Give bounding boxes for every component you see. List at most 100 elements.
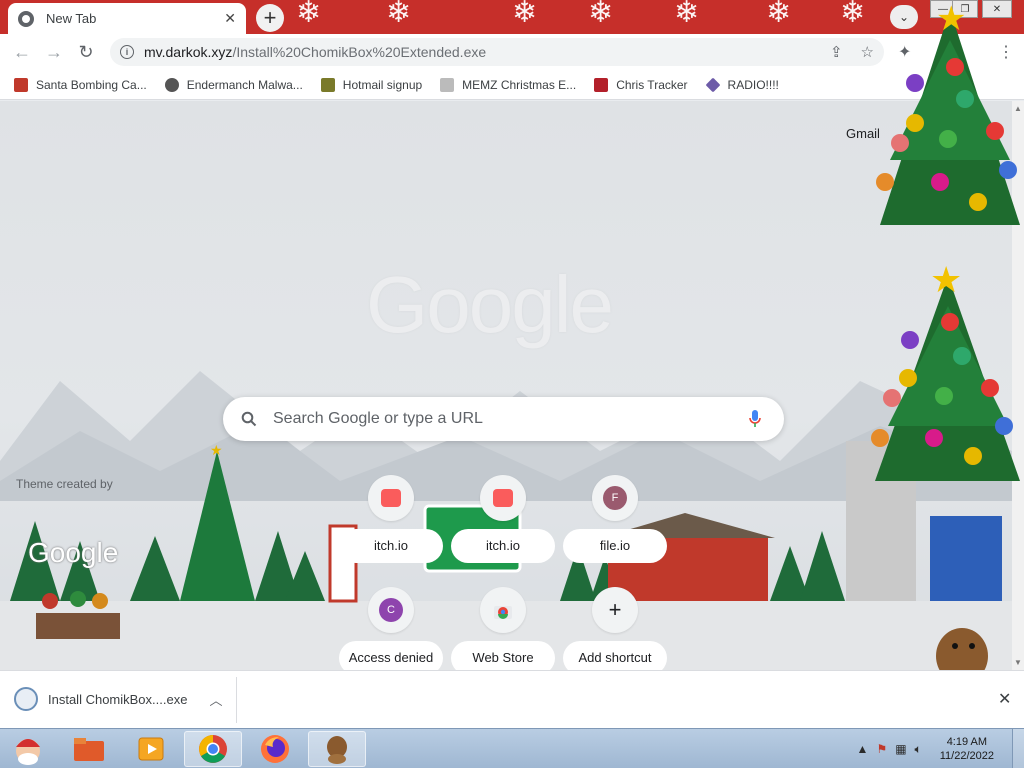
start-button-santa[interactable]: [0, 731, 56, 767]
bookmark-label: Endermanch Malwa...: [186, 77, 303, 92]
christmas-tree-overlay: ★: [876, 0, 1020, 225]
santa-icon: [14, 77, 28, 92]
bookmark-radio[interactable]: RADIO!!!!: [705, 77, 779, 92]
bookmark-chris-tracker[interactable]: Chris Tracker: [594, 77, 688, 92]
bookmark-label: Chris Tracker: [616, 77, 688, 92]
clock-time: 4:19 AM: [946, 736, 988, 748]
shortcut-file-io[interactable]: F file.io: [563, 475, 667, 563]
snowflake-decoration: ❄: [296, 0, 322, 30]
download-item[interactable]: Install ChomikBox....exe ︿: [14, 687, 222, 711]
bookmark-santa-bombing[interactable]: Santa Bombing Ca...: [14, 77, 147, 92]
snowflake-decoration: ❄: [588, 0, 614, 30]
clock-date: 11/22/2022: [939, 750, 994, 762]
microphone-icon[interactable]: [748, 409, 762, 429]
folder-icon: [74, 738, 104, 761]
close-download-shelf-icon[interactable]: ✕: [998, 689, 1011, 709]
christmas-tree-overlay: ★: [871, 259, 1020, 481]
volume-icon[interactable]: 🔈︎: [915, 742, 922, 757]
shortcut-access-denied[interactable]: C Access denied: [339, 587, 443, 670]
bookmark-hotmail[interactable]: Hotmail signup: [320, 77, 423, 92]
shortcut-web-store[interactable]: Web Store: [451, 587, 555, 670]
search-box[interactable]: Search Google or type a URL: [223, 397, 784, 441]
search-placeholder: Search Google or type a URL: [273, 410, 483, 427]
bookmark-label: RADIO!!!!: [727, 77, 779, 92]
shortcut-label: Web Store: [451, 641, 555, 670]
network-icon[interactable]: ▦: [895, 742, 906, 756]
action-center-icon[interactable]: ⚑: [876, 742, 887, 756]
share-icon[interactable]: ⇪: [830, 43, 843, 61]
gopher-icon: [327, 736, 347, 764]
shortcut-label: file.io: [563, 529, 667, 563]
tab-close-icon[interactable]: ✕: [224, 10, 236, 27]
theme-google-logo: Google: [28, 537, 119, 568]
bookmark-label: MEMZ Christmas E...: [462, 77, 577, 92]
system-tray: ▲ ⚑ ▦ 🔈︎ 4:19 AM 11/22/2022: [857, 729, 1024, 768]
bookmark-memz[interactable]: MEMZ Christmas E...: [440, 77, 577, 92]
letter-c-icon: C: [379, 598, 403, 622]
snowflake-decoration: ❄: [512, 0, 538, 30]
shortcut-label: itch.io: [451, 529, 555, 563]
bookmark-label: Santa Bombing Ca...: [36, 77, 147, 92]
svg-text:★: ★: [936, 0, 966, 38]
chrome-icon: [199, 735, 227, 763]
taskbar-chrome[interactable]: [184, 731, 242, 767]
tab-new-tab[interactable]: New Tab ✕: [8, 3, 246, 34]
snowflake-decoration: ❄: [766, 0, 792, 30]
reload-icon[interactable]: ↻: [74, 41, 98, 63]
taskbar-gopher-app[interactable]: [308, 731, 366, 767]
snowflake-decoration: ❄: [674, 0, 700, 30]
site-info-icon[interactable]: i: [120, 45, 134, 59]
raccoon-icon: [164, 77, 179, 92]
svg-text:★: ★: [930, 259, 962, 300]
itch-icon: [368, 475, 414, 521]
tab-title: New Tab: [46, 11, 97, 26]
snowflake-decoration: ❄: [386, 0, 412, 30]
show-desktop-button[interactable]: [1012, 729, 1024, 768]
url-host: mv.darkok.xyz: [144, 44, 233, 60]
show-hidden-icons[interactable]: ▲: [857, 742, 869, 756]
google-logo: Google: [366, 260, 614, 349]
download-shelf: Install ChomikBox....exe ︿ ✕: [0, 670, 1024, 728]
scroll-down-icon[interactable]: ▼: [1014, 658, 1022, 667]
taskbar-file-explorer[interactable]: [60, 731, 118, 767]
download-filename: Install ChomikBox....exe: [48, 691, 188, 707]
letter-avatar: C: [368, 587, 414, 633]
taskbar-media-player[interactable]: [122, 731, 180, 767]
svg-text:★: ★: [210, 442, 223, 458]
shortcut-label: itch.io: [339, 529, 443, 563]
bookmark-endermanch[interactable]: Endermanch Malwa...: [164, 77, 303, 92]
search-icon: [241, 411, 257, 427]
bookmark-label: Hotmail signup: [342, 77, 423, 92]
memz-icon: [440, 77, 455, 92]
new-tab-button[interactable]: +: [256, 4, 284, 32]
shortcut-label: Add shortcut: [563, 641, 667, 670]
theme-credit-label: Theme created by: [16, 477, 113, 491]
shortcut-itch-io[interactable]: itch.io: [451, 475, 555, 563]
letter-f-icon: F: [603, 486, 627, 510]
diamond-icon: [705, 77, 720, 92]
figure-icon: [320, 77, 335, 92]
shortcut-add[interactable]: + Add shortcut: [563, 587, 667, 670]
webstore-icon: [480, 587, 526, 633]
media-player-icon: [138, 737, 164, 761]
gift-icon: [594, 77, 609, 92]
back-icon[interactable]: ←: [10, 41, 34, 63]
chrome-icon: [18, 10, 34, 27]
santa-icon: [16, 739, 40, 765]
elves-decoration: [36, 591, 120, 639]
windows-taskbar: ▲ ⚑ ▦ 🔈︎ 4:19 AM 11/22/2022: [0, 728, 1024, 768]
taskbar-firefox[interactable]: [246, 731, 304, 767]
itch-icon: [480, 475, 526, 521]
shortcut-label: Access denied: [339, 641, 443, 670]
taskbar-clock[interactable]: 4:19 AM 11/22/2022: [940, 735, 994, 763]
chevron-up-icon[interactable]: ︿: [209, 690, 222, 709]
forward-icon[interactable]: →: [42, 41, 66, 63]
download-divider: [236, 677, 237, 723]
installer-file-icon: [14, 687, 38, 711]
letter-avatar: F: [592, 475, 638, 521]
firefox-icon: [261, 735, 289, 763]
shortcut-itch-io[interactable]: itch.io: [339, 475, 443, 563]
plus-icon: +: [592, 587, 638, 633]
url-path: /Install%20ChomikBox%20Extended.exe: [232, 44, 487, 60]
address-bar[interactable]: i mv.darkok.xyz/Install%20ChomikBox%20Ex…: [110, 38, 884, 66]
